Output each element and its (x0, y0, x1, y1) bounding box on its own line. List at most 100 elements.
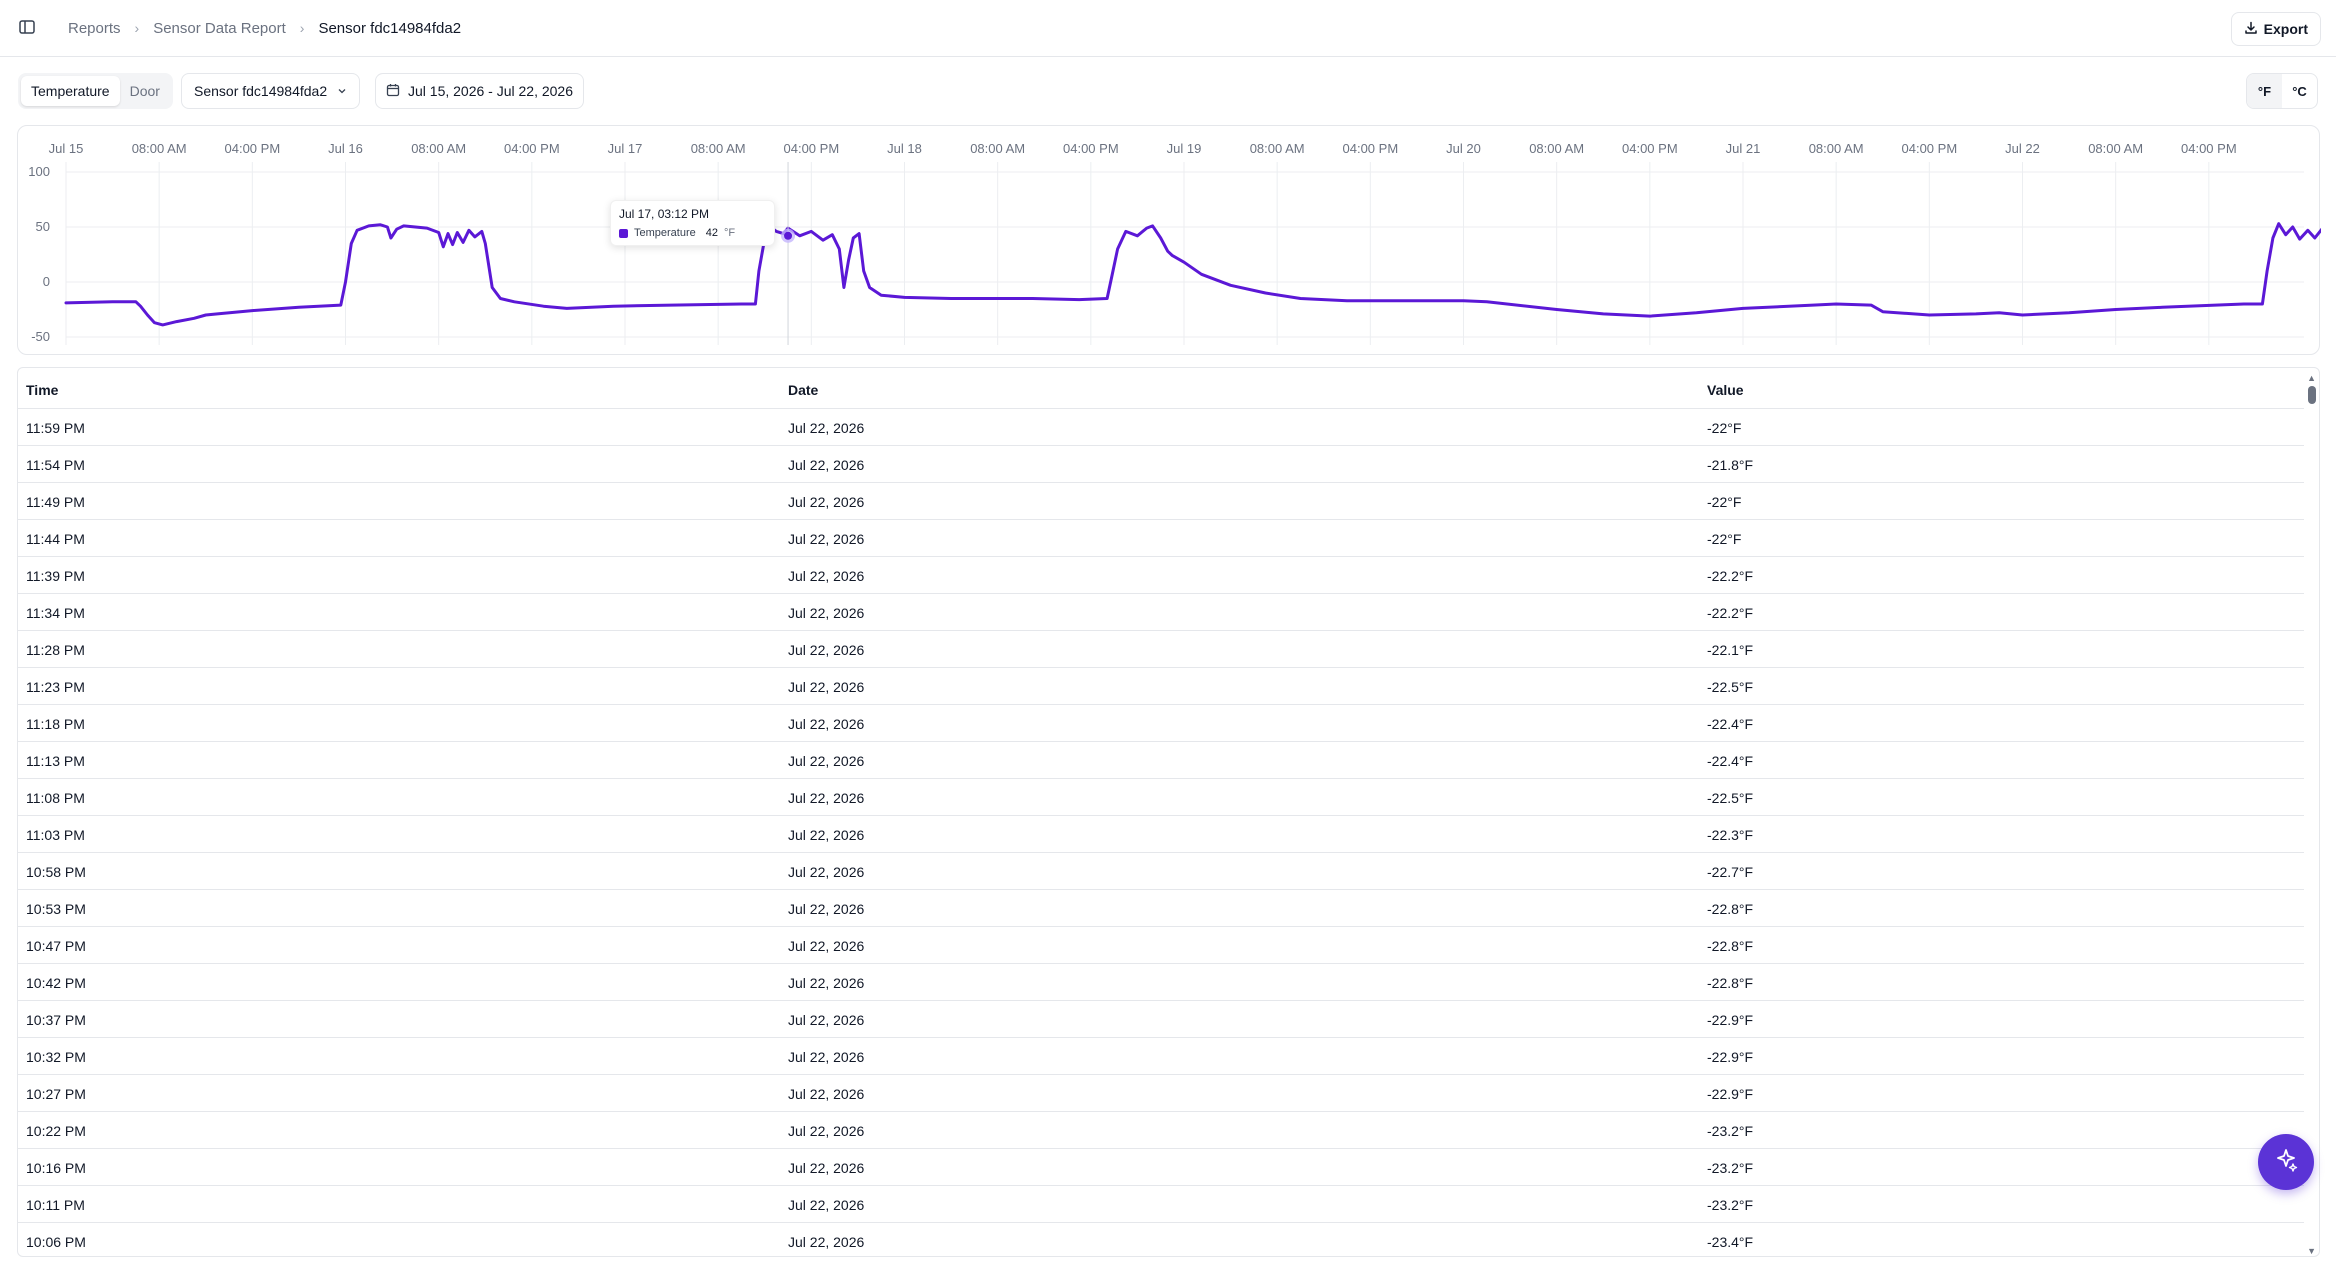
table-row[interactable]: 10:11 PM Jul 22, 2026 -23.2°F (18, 1186, 2304, 1223)
table-row[interactable]: 10:06 PM Jul 22, 2026 -23.4°F (18, 1223, 2304, 1256)
table-row[interactable]: 11:23 PM Jul 22, 2026 -22.5°F (18, 668, 2304, 705)
row-time: 11:03 PM (26, 827, 85, 843)
temperature-chart-svg: Jul 15 08:00 AM 04:00 PM Jul 16 08:00 AM 04:0… (28, 141, 2321, 345)
x-tick-label: Jul 17 (608, 141, 643, 156)
tooltip-title: Jul 17, 03:12 PM (619, 207, 710, 221)
column-header-time[interactable]: Time (26, 382, 58, 398)
row-time: 10:22 PM (26, 1123, 86, 1139)
export-label: Export (2263, 21, 2308, 37)
hover-marker-point (784, 231, 793, 240)
scrollbar-thumb[interactable] (2308, 386, 2316, 404)
table-row[interactable]: 10:22 PM Jul 22, 2026 -23.2°F (18, 1112, 2304, 1149)
tooltip-value: 42 (705, 227, 719, 239)
row-value: -22°F (1707, 420, 1742, 436)
table-row[interactable]: 10:47 PM Jul 22, 2026 -22.8°F (18, 927, 2304, 964)
row-value: -22.2°F (1707, 605, 1754, 621)
table-row[interactable]: 11:59 PM Jul 22, 2026 -22°F (18, 409, 2304, 446)
table-body: 11:59 PM Jul 22, 2026 -22°F 11:54 PM Jul 22,… (18, 409, 2304, 1256)
chevron-right-icon: › (134, 20, 140, 36)
x-tick-label: 04:00 PM (1063, 141, 1119, 156)
row-value: -22°F (1707, 494, 1742, 510)
row-time: 10:06 PM (26, 1234, 86, 1250)
temperature-series-line (64, 222, 2321, 327)
unit-toggle: °F °C (2246, 73, 2318, 109)
table-row[interactable]: 10:37 PM Jul 22, 2026 -22.9°F (18, 1001, 2304, 1038)
chevron-right-icon: › (299, 20, 305, 36)
x-tick-label: 04:00 PM (1343, 141, 1399, 156)
table-row[interactable]: 10:58 PM Jul 22, 2026 -22.7°F (18, 853, 2304, 890)
row-date: Jul 22, 2026 (788, 1160, 865, 1176)
row-date: Jul 22, 2026 (788, 494, 865, 510)
row-value: -23.4°F (1707, 1234, 1754, 1250)
table-row[interactable]: 11:34 PM Jul 22, 2026 -22.2°F (18, 594, 2304, 631)
row-time: 11:23 PM (26, 679, 85, 695)
table-row[interactable]: 10:16 PM Jul 22, 2026 -23.2°F (18, 1149, 2304, 1186)
ai-assistant-button[interactable] (2258, 1134, 2314, 1190)
breadcrumb-sensor-data-report[interactable]: Sensor Data Report (153, 20, 286, 37)
x-tick-label: 08:00 AM (411, 141, 466, 156)
row-value: -23.2°F (1707, 1123, 1754, 1139)
table-row[interactable]: 10:27 PM Jul 22, 2026 -22.9°F (18, 1075, 2304, 1112)
tab-door[interactable]: Door (120, 76, 170, 106)
breadcrumb-reports[interactable]: Reports (68, 20, 121, 37)
row-time: 11:28 PM (26, 642, 85, 658)
row-time: 10:27 PM (26, 1086, 86, 1102)
row-time: 10:32 PM (26, 1049, 86, 1065)
chart-tooltip: Jul 17, 03:12 PM Temperature 42 °F (610, 200, 775, 246)
row-time: 10:37 PM (26, 1012, 86, 1028)
table-row[interactable]: 11:13 PM Jul 22, 2026 -22.4°F (18, 742, 2304, 779)
table-row[interactable]: 11:39 PM Jul 22, 2026 -22.2°F (18, 557, 2304, 594)
row-date: Jul 22, 2026 (788, 605, 865, 621)
row-date: Jul 22, 2026 (788, 901, 865, 917)
scroll-down-icon[interactable]: ▼ (2307, 1246, 2316, 1256)
column-header-value[interactable]: Value (1707, 382, 1744, 398)
table-row[interactable]: 11:18 PM Jul 22, 2026 -22.4°F (18, 705, 2304, 742)
row-date: Jul 22, 2026 (788, 531, 865, 547)
table-scrollbar[interactable]: ▲ ▼ (2305, 368, 2319, 1256)
row-date: Jul 22, 2026 (788, 642, 865, 658)
row-value: -21.8°F (1707, 457, 1754, 473)
column-header-date[interactable]: Date (788, 382, 818, 398)
filter-toolbar: Temperature Door Sensor fdc14984fda2 Jul… (18, 73, 2318, 109)
x-tick-label: 08:00 AM (691, 141, 746, 156)
table-row[interactable]: 11:49 PM Jul 22, 2026 -22°F (18, 483, 2304, 520)
x-tick-label: Jul 22 (2005, 141, 2040, 156)
x-tick-label: 08:00 AM (1529, 141, 1584, 156)
row-date: Jul 22, 2026 (788, 1123, 865, 1139)
sidebar-toggle-icon[interactable] (18, 18, 36, 36)
row-date: Jul 22, 2026 (788, 790, 865, 806)
row-time: 11:13 PM (26, 753, 85, 769)
row-value: -22.8°F (1707, 938, 1754, 954)
breadcrumb-current: Sensor fdc14984fda2 (318, 19, 462, 37)
row-value: -22.1°F (1707, 642, 1754, 658)
sensor-select-value: Sensor fdc14984fda2 (194, 83, 328, 99)
download-icon (2244, 21, 2258, 38)
table-row[interactable]: 10:42 PM Jul 22, 2026 -22.8°F (18, 964, 2304, 1001)
x-tick-label: 04:00 PM (504, 141, 560, 156)
table-row[interactable]: 11:08 PM Jul 22, 2026 -22.5°F (18, 779, 2304, 816)
unit-fahrenheit-button[interactable]: °F (2247, 74, 2282, 108)
unit-celsius-button[interactable]: °C (2282, 74, 2317, 108)
tab-temperature[interactable]: Temperature (21, 76, 120, 106)
table-header: Time Date Value (18, 368, 2304, 409)
sensor-select[interactable]: Sensor fdc14984fda2 (181, 73, 361, 109)
row-value: -22.4°F (1707, 716, 1754, 732)
table-row[interactable]: 11:54 PM Jul 22, 2026 -21.8°F (18, 446, 2304, 483)
table-row[interactable]: 11:28 PM Jul 22, 2026 -22.1°F (18, 631, 2304, 668)
row-date: Jul 22, 2026 (788, 1012, 865, 1028)
x-tick-label: 08:00 AM (2088, 141, 2143, 156)
calendar-icon (386, 83, 400, 100)
row-time: 10:47 PM (26, 938, 86, 954)
table-row[interactable]: 11:03 PM Jul 22, 2026 -22.3°F (18, 816, 2304, 853)
row-value: -22.3°F (1707, 827, 1754, 843)
row-date: Jul 22, 2026 (788, 716, 865, 732)
table-row[interactable]: 10:53 PM Jul 22, 2026 -22.8°F (18, 890, 2304, 927)
scroll-up-icon[interactable]: ▲ (2307, 373, 2316, 383)
date-range-picker[interactable]: Jul 15, 2026 - Jul 22, 2026 (375, 73, 585, 109)
metric-tabs: Temperature Door (18, 73, 173, 109)
row-value: -22.9°F (1707, 1086, 1754, 1102)
table-row[interactable]: 10:32 PM Jul 22, 2026 -22.9°F (18, 1038, 2304, 1075)
x-tick-label: 04:00 PM (784, 141, 840, 156)
export-button[interactable]: Export (2230, 12, 2321, 46)
table-row[interactable]: 11:44 PM Jul 22, 2026 -22°F (18, 520, 2304, 557)
